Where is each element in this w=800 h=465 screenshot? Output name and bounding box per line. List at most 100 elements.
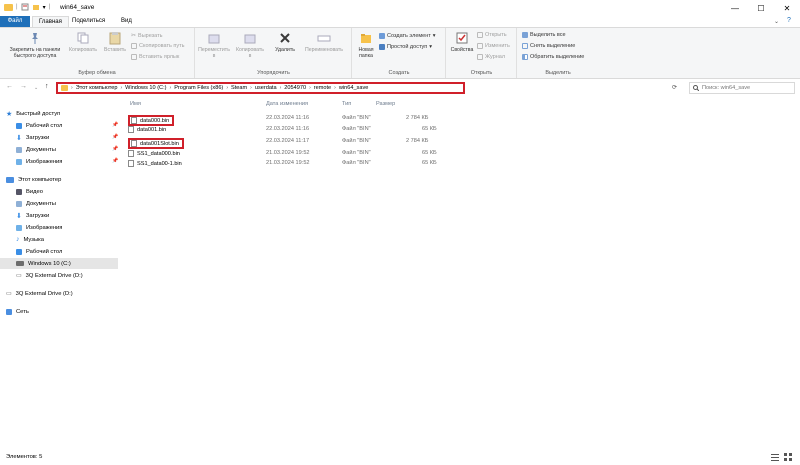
forward-button[interactable]: → — [20, 83, 27, 90]
nav-quick-downloads[interactable]: ⬇ Загрузки — [16, 132, 49, 143]
close-button[interactable]: ✕ — [774, 0, 800, 16]
nav-videos[interactable]: Видео — [16, 186, 43, 197]
network-icon — [6, 308, 12, 315]
nav-this-pc[interactable]: Этот компьютер — [6, 174, 61, 185]
title-bar: | ▾ | win64_save — ☐ ✕ — [0, 0, 800, 16]
nav-external-drive[interactable]: ▭ 3Q External Drive (D:) — [16, 270, 83, 281]
tab-view[interactable]: Вид — [115, 16, 138, 27]
star-icon: ★ — [6, 110, 13, 118]
copy-path-button[interactable]: Скопировать путь — [131, 43, 185, 49]
pictures-icon — [16, 224, 22, 231]
file-type: Файл "BIN" — [342, 150, 371, 156]
file-row[interactable]: SS1_data00-1.bin 21.03.2024 19:52 Файл "… — [124, 159, 444, 168]
delete-button[interactable]: Удалить — [272, 31, 298, 53]
column-header-size[interactable]: Размер — [376, 101, 395, 107]
copy-button[interactable]: Копировать — [68, 31, 98, 53]
edit-icon — [477, 43, 483, 49]
new-folder-icon[interactable] — [32, 3, 40, 11]
rename-icon — [317, 35, 331, 42]
nav-downloads[interactable]: ⬇ Загрузки — [16, 210, 49, 221]
column-header-type[interactable]: Тип — [342, 101, 351, 107]
nav-desktop[interactable]: Рабочий стол — [16, 246, 62, 257]
nav-quick-pictures[interactable]: Изображения — [16, 156, 62, 167]
file-row[interactable]: SS1_data000.bin 21.03.2024 19:52 Файл "B… — [124, 149, 444, 158]
nav-pictures[interactable]: Изображения — [16, 222, 62, 233]
quick-access-toolbar: | ▾ | — [4, 3, 50, 11]
breadcrumb-program-files[interactable]: Program Files (x86) — [174, 85, 223, 91]
paste-shortcut-icon — [131, 54, 137, 60]
large-icons-view-icon[interactable] — [784, 453, 792, 461]
nav-external-drive-root[interactable]: ▭ 3Q External Drive (D:) — [6, 288, 73, 299]
breadcrumb-userdata[interactable]: userdata — [255, 85, 277, 91]
move-to-button[interactable]: Переместить в — [198, 31, 230, 59]
new-folder-button[interactable]: Новая папка — [355, 31, 377, 59]
file-row[interactable]: data000.bin 22.03.2024 11:16 Файл "BIN" … — [124, 114, 444, 126]
breadcrumb-this-pc[interactable]: Этот компьютер — [76, 85, 118, 91]
address-bar[interactable]: › Этот компьютер › Windows 10 (C:) › Pro… — [56, 82, 465, 94]
customize-qa-icon[interactable]: ▾ — [43, 4, 46, 11]
select-group: Выделить все Снять выделение Обратить вы… — [518, 28, 598, 78]
select-all-button[interactable]: Выделить все — [522, 32, 566, 38]
up-button[interactable]: ↑ — [45, 83, 49, 90]
file-icon — [128, 126, 134, 133]
back-button[interactable]: ← — [6, 83, 13, 90]
file-type: Файл "BIN" — [342, 160, 371, 166]
video-icon — [16, 188, 22, 195]
breadcrumb-win64-save[interactable]: win64_save — [339, 85, 369, 91]
history-button[interactable]: Журнал — [477, 54, 505, 60]
recent-locations-button[interactable]: ⌄ — [34, 85, 38, 91]
ribbon-collapse-icon[interactable]: ⌄ — [774, 18, 779, 25]
file-row[interactable]: data001Slot.bin 22.03.2024 11:17 Файл "B… — [124, 137, 444, 149]
file-icon — [128, 150, 134, 157]
tab-home[interactable]: Главная — [32, 16, 69, 27]
paste-button[interactable]: Вставить — [101, 31, 129, 53]
new-item-button[interactable]: Создать элемент ▾ — [379, 33, 436, 39]
maximize-button[interactable]: ☐ — [748, 0, 774, 16]
nav-drive-c[interactable]: Windows 10 (C:) — [0, 258, 118, 269]
copy-to-button[interactable]: Копировать в — [234, 31, 266, 59]
search-input[interactable]: Поиск: win64_save — [689, 82, 795, 94]
breadcrumb-drive-c[interactable]: Windows 10 (C:) — [125, 85, 166, 91]
file-row[interactable]: data001.bin 22.03.2024 11:16 Файл "BIN" … — [124, 125, 444, 134]
nav-network[interactable]: Сеть — [6, 306, 29, 317]
cut-button[interactable]: ✂ Вырезать — [131, 32, 163, 40]
file-size: 65 КБ — [422, 126, 437, 132]
breadcrumb-remote[interactable]: remote — [314, 85, 331, 91]
properties-icon[interactable] — [21, 3, 29, 11]
select-none-button[interactable]: Снять выделение — [522, 43, 575, 49]
tab-share[interactable]: Поделиться — [66, 16, 111, 27]
history-icon — [477, 54, 483, 60]
column-header-name[interactable]: Имя — [130, 101, 141, 107]
file-type: Файл "BIN" — [342, 138, 371, 144]
file-date: 22.03.2024 11:16 — [266, 126, 310, 132]
nav-documents[interactable]: Документы — [16, 198, 56, 209]
refresh-icon[interactable]: ⟳ — [672, 84, 677, 91]
rename-button[interactable]: Переименовать — [300, 31, 348, 53]
help-icon[interactable]: ? — [787, 17, 791, 24]
nav-quick-access[interactable]: ★ Быстрый доступ — [6, 108, 60, 119]
delete-icon — [280, 33, 290, 43]
invert-selection-button[interactable]: Обратить выделение — [522, 54, 584, 60]
file-type: Файл "BIN" — [342, 115, 371, 121]
file-size: 65 КБ — [422, 150, 437, 156]
breadcrumb-user-id[interactable]: 2054970 — [284, 85, 306, 91]
nav-music[interactable]: ♪ Музыка — [16, 234, 44, 245]
column-header-date[interactable]: Дата изменения — [266, 101, 308, 107]
move-to-icon — [208, 34, 220, 44]
nav-quick-documents[interactable]: Документы — [16, 144, 56, 155]
clipboard-group-label: Буфер обмена — [78, 70, 116, 76]
breadcrumb-steam[interactable]: Steam — [231, 85, 247, 91]
properties-button[interactable]: Свойства — [449, 31, 475, 53]
minimize-button[interactable]: — — [722, 0, 748, 16]
file-name: data001.bin — [128, 126, 166, 133]
open-group-label: Открыть — [470, 70, 493, 76]
paste-shortcut-button[interactable]: Вставить ярлык — [131, 54, 179, 60]
nav-quick-desktop[interactable]: Рабочий стол — [16, 120, 62, 131]
pinned-icon: 📌 — [112, 122, 119, 128]
easy-access-button[interactable]: Простой доступ ▾ — [379, 44, 432, 50]
edit-button[interactable]: Изменить — [477, 43, 510, 49]
pin-quick-access-button[interactable]: Закрепить на панели быстрого доступа — [3, 31, 67, 59]
details-view-icon[interactable] — [771, 453, 779, 461]
open-button[interactable]: Открыть — [477, 32, 507, 38]
tab-file[interactable]: Файл — [0, 16, 30, 27]
